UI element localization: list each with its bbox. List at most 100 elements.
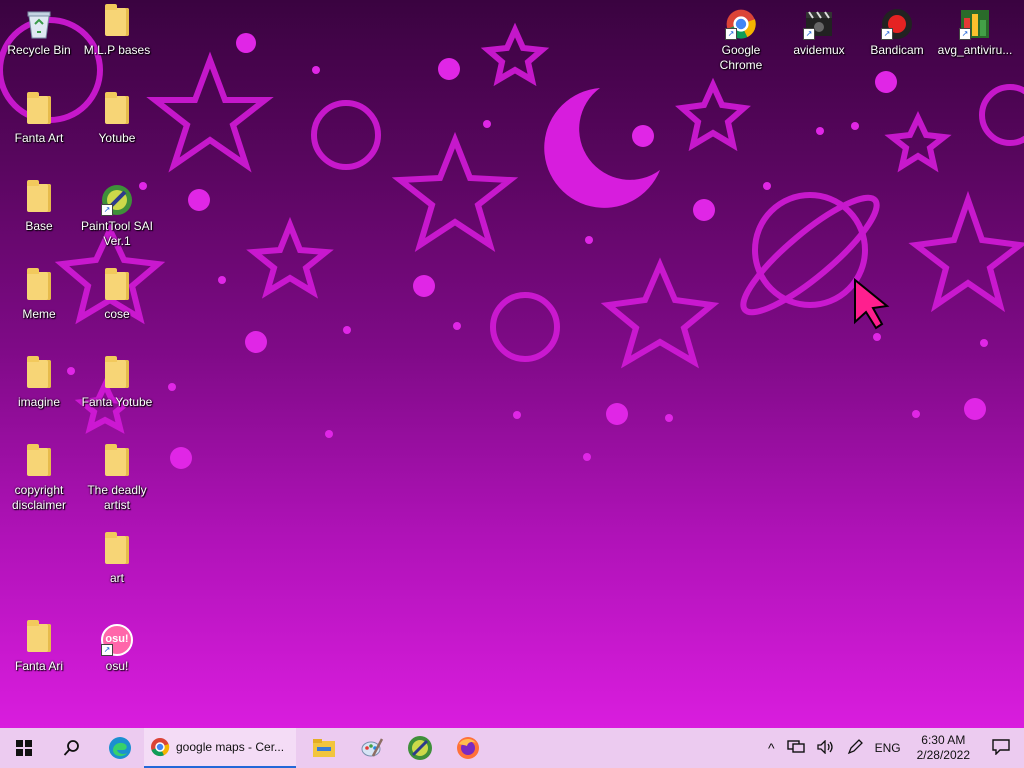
folder-icon — [23, 268, 55, 304]
folder-icon — [23, 180, 55, 216]
desktop-icon-recycle-bin[interactable]: Recycle Bin — [0, 4, 78, 58]
wallpaper-star — [146, 51, 274, 173]
desktop-icon-yotube[interactable]: Yotube — [78, 92, 156, 146]
folder-icon — [101, 268, 133, 304]
clock-time: 6:30 AM — [921, 733, 966, 747]
taskbar-clock[interactable]: 6:30 AM 2/28/2022 — [907, 733, 980, 763]
shortcut-arrow-icon: ↗ — [725, 28, 737, 40]
desktop-icon-the-deadly-artist[interactable]: The deadly artist — [78, 444, 156, 513]
wallpaper-moon — [544, 88, 660, 208]
desktop-icon-label: PaintTool SAI Ver.1 — [80, 219, 154, 248]
taskbar-active-chrome[interactable]: google maps - Cer... — [144, 728, 296, 768]
desktop-icon-label: cose — [104, 307, 130, 321]
desktop-icon-label: Recycle Bin — [7, 43, 71, 57]
desktop-icon-label: Base — [25, 219, 53, 233]
taskbar-firefox[interactable] — [444, 728, 492, 768]
folder-icon — [23, 444, 55, 480]
desktop-icon-art[interactable]: art — [78, 532, 156, 586]
desktop-icon-cose[interactable]: cose — [78, 268, 156, 322]
desktop-icon-avidemux[interactable]: ↗ avidemux — [780, 4, 858, 58]
sai-icon: ↗ — [101, 184, 133, 216]
wallpaper-star — [480, 22, 550, 87]
wallpaper-star — [884, 110, 952, 173]
chrome-icon: ↗ — [725, 8, 757, 40]
avg-icon: ↗ — [959, 8, 991, 40]
recycle-icon — [23, 8, 55, 40]
desktop-icon-avg-antivirus[interactable]: ↗ avg_antiviru... — [936, 4, 1014, 58]
wallpaper-planet — [311, 100, 381, 170]
folder-icon — [101, 444, 133, 480]
mouse-cursor — [854, 277, 890, 330]
desktop-icon-label: The deadly artist — [87, 483, 147, 512]
wallpaper-planet — [979, 84, 1024, 146]
pen-icon[interactable] — [841, 738, 869, 758]
wallpaper-star — [246, 216, 334, 299]
desktop-icon-label: Fanta Ari — [14, 659, 64, 673]
desktop-icon-label: avg_antiviru... — [937, 43, 1013, 57]
desktop-icon-label: imagine — [17, 395, 61, 409]
desktop-icon-label: avidemux — [793, 43, 845, 57]
shortcut-arrow-icon: ↗ — [101, 644, 113, 656]
paint-icon — [361, 738, 384, 757]
clock-date: 2/28/2022 — [916, 748, 970, 762]
wallpaper-star — [600, 257, 720, 369]
avidemux-icon: ↗ — [803, 8, 835, 40]
taskbar-painttool-sai[interactable] — [396, 728, 444, 768]
folder-icon — [23, 620, 55, 656]
desktop-icon-google-chrome[interactable]: ↗ Google Chrome — [702, 4, 780, 73]
wallpaper-star — [391, 131, 519, 253]
bandicam-icon: ↗ — [881, 8, 913, 40]
wallpaper-planet — [490, 292, 560, 362]
desktop-icon-label: Bandicam — [870, 43, 924, 57]
folder-icon — [101, 532, 133, 568]
network-icon[interactable] — [781, 739, 811, 757]
paintool-sai-icon — [408, 736, 432, 760]
taskbar-paint[interactable] — [348, 728, 396, 768]
taskbar-app-label: google maps - Cer... — [176, 740, 285, 754]
wallpaper-star — [675, 77, 751, 152]
desktop-icon-label: osu! — [105, 659, 129, 673]
file-explorer-icon — [313, 739, 335, 757]
desktop-icon-imagine[interactable]: imagine — [0, 356, 78, 410]
search-button[interactable] — [48, 728, 96, 768]
wallpaper-star — [908, 190, 1024, 313]
folder-icon — [23, 92, 55, 128]
desktop-icon-bandicam[interactable]: ↗ Bandicam — [858, 4, 936, 58]
shortcut-arrow-icon: ↗ — [803, 28, 815, 40]
desktop-icon-fanta-art[interactable]: Fanta Art — [0, 92, 78, 146]
system-tray: ^ ENG 6:30 AM 2/28/2022 — [762, 728, 1024, 768]
desktop-icon-mlp-bases[interactable]: M.L.P bases — [78, 4, 156, 58]
edge-icon — [109, 737, 131, 759]
desktop-icon-osu[interactable]: osu! ↗ osu! — [78, 620, 156, 674]
folder-icon — [101, 92, 133, 128]
desktop-icon-painttool-sai[interactable]: ↗ PaintTool SAI Ver.1 — [78, 180, 156, 249]
desktop-icon-base[interactable]: Base — [0, 180, 78, 234]
desktop-icon-label: Yotube — [98, 131, 136, 145]
firefox-icon — [457, 737, 479, 759]
show-hidden-icons-button[interactable]: ^ — [762, 740, 781, 756]
taskbar-edge-button[interactable] — [96, 728, 144, 768]
shortcut-arrow-icon: ↗ — [101, 204, 113, 216]
desktop-icon-fanta-yotube[interactable]: Fanta Yotube — [78, 356, 156, 410]
desktop-icon-label: M.L.P bases — [83, 43, 151, 57]
desktop-icon-meme[interactable]: Meme — [0, 268, 78, 322]
taskbar-file-explorer[interactable] — [300, 728, 348, 768]
desktop-icon-label: Meme — [22, 307, 56, 321]
shortcut-arrow-icon: ↗ — [959, 28, 971, 40]
windows-icon — [16, 740, 32, 756]
desktop-icon-label: Google Chrome — [719, 43, 763, 72]
osu-icon: osu! ↗ — [101, 624, 133, 656]
desktop-icon-label: Fanta Yotube — [81, 395, 153, 409]
desktop-icon-copyright-disclaimer[interactable]: copyright disclaimer — [0, 444, 78, 513]
shortcut-arrow-icon: ↗ — [881, 28, 893, 40]
search-icon — [63, 740, 79, 756]
desktop-icon-label: art — [109, 571, 124, 585]
start-button[interactable] — [0, 728, 48, 768]
chrome-icon — [151, 738, 170, 757]
folder-icon — [101, 356, 133, 392]
volume-icon[interactable] — [811, 738, 841, 757]
language-indicator[interactable]: ENG — [869, 741, 907, 755]
taskbar: google maps - Cer... ^ ENG 6:30 AM 2/28/… — [0, 728, 1024, 768]
desktop-icon-fanta-ari[interactable]: Fanta Ari — [0, 620, 78, 674]
notification-center-button[interactable] — [980, 738, 1024, 758]
